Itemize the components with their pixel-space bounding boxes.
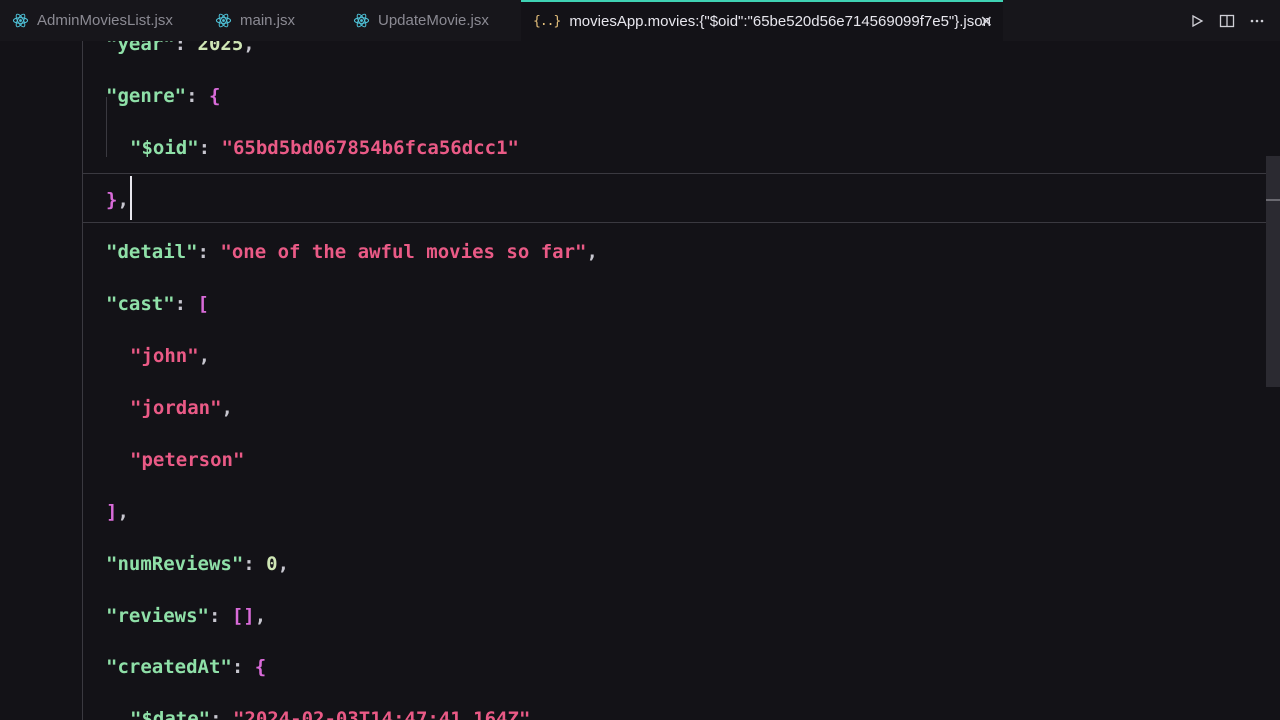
code-line: "john", bbox=[130, 345, 211, 367]
json-key: "createdAt" bbox=[106, 656, 232, 678]
json-key: "cast" bbox=[106, 293, 175, 315]
code-line: "detail": "one of the awful movies so fa… bbox=[106, 241, 598, 263]
react-icon bbox=[215, 13, 232, 28]
code-line: "reviews": [], bbox=[106, 605, 267, 627]
json-string: "john" bbox=[130, 345, 199, 367]
run-icon[interactable] bbox=[1188, 12, 1206, 30]
json-number: 2025 bbox=[197, 41, 244, 55]
code-editor[interactable]: "year": 2025, "genre": { "$oid": "65bd5b… bbox=[0, 41, 1280, 720]
code-line: "numReviews": 0, bbox=[106, 553, 290, 575]
code-line: "createdAt": { bbox=[106, 656, 267, 678]
json-key: "$date" bbox=[130, 708, 211, 720]
code-line: "$date": "2024-02-03T14:47:41.164Z" bbox=[0, 693, 1264, 720]
json-key: "$oid" bbox=[130, 137, 199, 159]
json-key: "year" bbox=[106, 41, 175, 55]
split-editor-icon[interactable] bbox=[1218, 12, 1236, 30]
editor-actions bbox=[1188, 0, 1280, 41]
tab-main[interactable]: main.jsx bbox=[215, 0, 295, 41]
code-line: }, bbox=[106, 189, 129, 211]
vertical-scrollbar[interactable] bbox=[1266, 156, 1280, 387]
tab-label: UpdateMovie.jsx bbox=[378, 12, 489, 29]
more-actions-icon[interactable] bbox=[1248, 12, 1266, 30]
json-key: "reviews" bbox=[106, 605, 209, 627]
json-number: 0 bbox=[266, 553, 278, 575]
react-icon bbox=[353, 13, 370, 28]
code-line: "cast": [ bbox=[106, 293, 209, 315]
text-cursor bbox=[130, 176, 132, 220]
json-string: "65bd5bd067854b6fca56dcc1" bbox=[221, 137, 519, 159]
json-key: "numReviews" bbox=[106, 553, 244, 575]
json-string: "2024-02-03T14:47:41.164Z" bbox=[232, 708, 531, 720]
json-string: "one of the awful movies so far" bbox=[220, 241, 587, 263]
code-line: "genre": { bbox=[106, 85, 221, 107]
close-icon[interactable]: ✕ bbox=[980, 12, 993, 32]
json-braces-icon: {..} bbox=[533, 14, 561, 29]
code-line: "peterson" bbox=[0, 434, 1264, 486]
code-line: "$oid": "65bd5bd067854b6fca56dcc1" bbox=[130, 137, 519, 159]
json-string: "peterson" bbox=[130, 449, 245, 471]
editor-tab-bar: AdminMoviesList.jsx main.jsx UpdateMovie… bbox=[0, 0, 1280, 41]
tab-label: moviesApp.movies:{"$oid":"65be520d56e714… bbox=[569, 13, 991, 30]
code-line: "year": 2025, bbox=[0, 41, 1264, 70]
react-icon bbox=[12, 13, 29, 28]
json-key: "detail" bbox=[106, 241, 198, 263]
code-line: "jordan", bbox=[130, 397, 233, 419]
tab-movies-json[interactable]: {..} moviesApp.movies:{"$oid":"65be520d5… bbox=[521, 0, 1003, 41]
json-key: "genre" bbox=[106, 85, 187, 107]
tab-admin-movies-list[interactable]: AdminMoviesList.jsx bbox=[12, 0, 173, 41]
tab-label: main.jsx bbox=[240, 12, 296, 29]
code-line: ], bbox=[106, 501, 129, 523]
tab-update-movie[interactable]: UpdateMovie.jsx bbox=[353, 0, 489, 41]
json-string: "jordan" bbox=[130, 397, 222, 419]
scrollbar-cursor-marker bbox=[1266, 199, 1280, 201]
tab-label: AdminMoviesList.jsx bbox=[37, 12, 173, 29]
